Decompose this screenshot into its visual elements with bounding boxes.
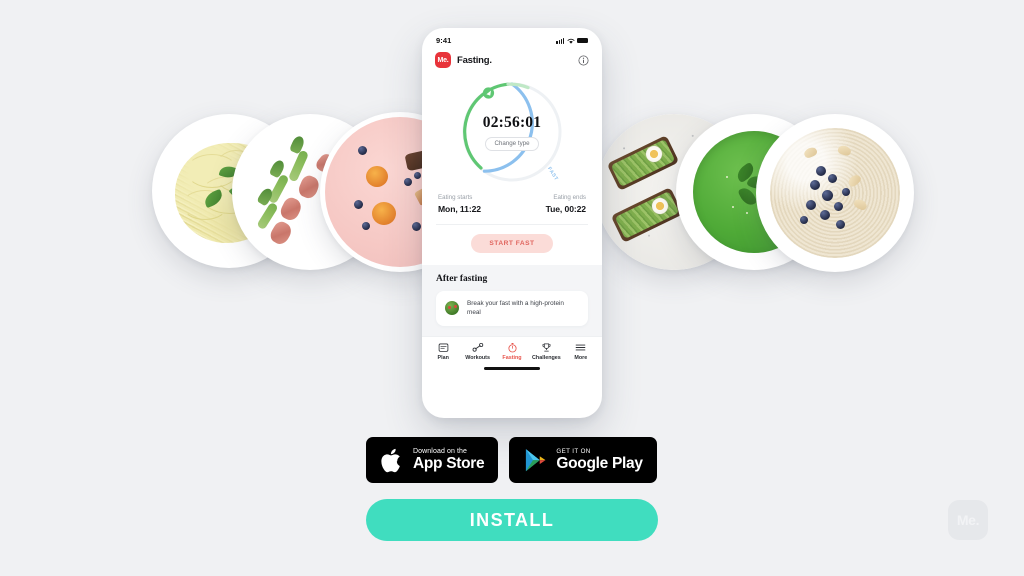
status-icons [556, 37, 588, 44]
plan-calendar-icon [438, 342, 449, 353]
app-logo-badge: Me. [435, 52, 451, 68]
tab-more[interactable]: More [564, 342, 598, 362]
tab-challenges-label: Challenges [532, 355, 561, 362]
eating-ends-label: Eating ends [553, 194, 586, 201]
avocado-bowl-icon [445, 301, 459, 316]
info-circle-icon[interactable] [578, 54, 589, 66]
cellular-bars-icon [556, 37, 564, 44]
ad-banner-stage: 9:41 Me. Fasting. 02:56:01 Change type F… [0, 0, 1024, 576]
tab-more-label: More [574, 355, 588, 362]
dumbbell-icon [472, 342, 484, 353]
tab-workouts[interactable]: Workouts [460, 342, 494, 362]
eating-starts-value: Mon, 11:22 [438, 204, 481, 214]
eating-starts-block: Eating starts Mon, 11:22 [438, 194, 481, 214]
status-time: 9:41 [436, 36, 452, 45]
tab-plan-label: Plan [437, 355, 449, 362]
google-play-sub-label: GET IT ON [556, 447, 591, 455]
app-store-main-label: App Store [413, 454, 485, 472]
google-play-button[interactable]: GET IT ON Google Play [509, 437, 657, 483]
change-type-button[interactable]: Change type [485, 136, 539, 151]
after-fasting-tip-card[interactable]: Break your fast with a high-protein meal [436, 291, 588, 326]
after-fasting-section: After fasting Break your fast with a hig… [422, 265, 602, 336]
eating-ends-value: Tue, 00:22 [545, 204, 587, 214]
after-fasting-tip-text: Break your fast with a high-protein meal [467, 300, 564, 317]
stopwatch-icon [507, 342, 518, 353]
fasting-timer-value: 02:56:01 [482, 113, 542, 131]
status-bar: 9:41 [422, 28, 602, 48]
wifi-icon [567, 38, 574, 44]
hamburger-menu-icon [575, 342, 586, 353]
app-header: Me. Fasting. [422, 48, 602, 68]
start-fast-button[interactable]: START FAST [471, 234, 553, 253]
eating-starts-label: Eating starts [438, 194, 473, 201]
tab-fasting-label: Fasting [502, 355, 522, 362]
brand-watermark: Me. [948, 500, 988, 540]
tab-challenges[interactable]: Challenges [529, 342, 563, 362]
google-play-main-label: Google Play [556, 454, 643, 472]
start-fast-row: START FAST [422, 225, 602, 265]
install-button[interactable]: INSTALL [366, 499, 658, 541]
eating-ends-block: Eating ends Tue, 00:22 [545, 194, 587, 214]
google-play-triangle-icon [526, 448, 546, 471]
fasting-timer-card: 02:56:01 Change type FAST Eating starts … [422, 68, 602, 265]
after-fasting-title: After fasting [436, 274, 488, 284]
battery-icon [577, 37, 588, 44]
bottom-tab-bar: Plan Workouts Fasting Challenges More [422, 335, 602, 365]
store-badges-row: Download on the App Store GET IT ON Goog… [366, 437, 657, 483]
app-title: Fasting. [457, 54, 492, 66]
trophy-icon [541, 342, 552, 353]
phone-mockup: 9:41 Me. Fasting. 02:56:01 Change type F… [422, 28, 602, 418]
tab-plan[interactable]: Plan [426, 342, 460, 362]
home-indicator [484, 367, 540, 371]
fasting-progress-ring: 02:56:01 Change type FAST [456, 76, 568, 188]
oatmeal-blueberry-plate [756, 114, 914, 272]
app-store-sub-label: Download on the [413, 447, 468, 455]
tab-workouts-label: Workouts [465, 355, 490, 362]
tab-fasting[interactable]: Fasting [495, 342, 529, 362]
app-store-button[interactable]: Download on the App Store [366, 437, 499, 483]
apple-logo-icon [381, 448, 400, 472]
eating-window-row: Eating starts Mon, 11:22 Eating ends Tue… [422, 188, 602, 214]
